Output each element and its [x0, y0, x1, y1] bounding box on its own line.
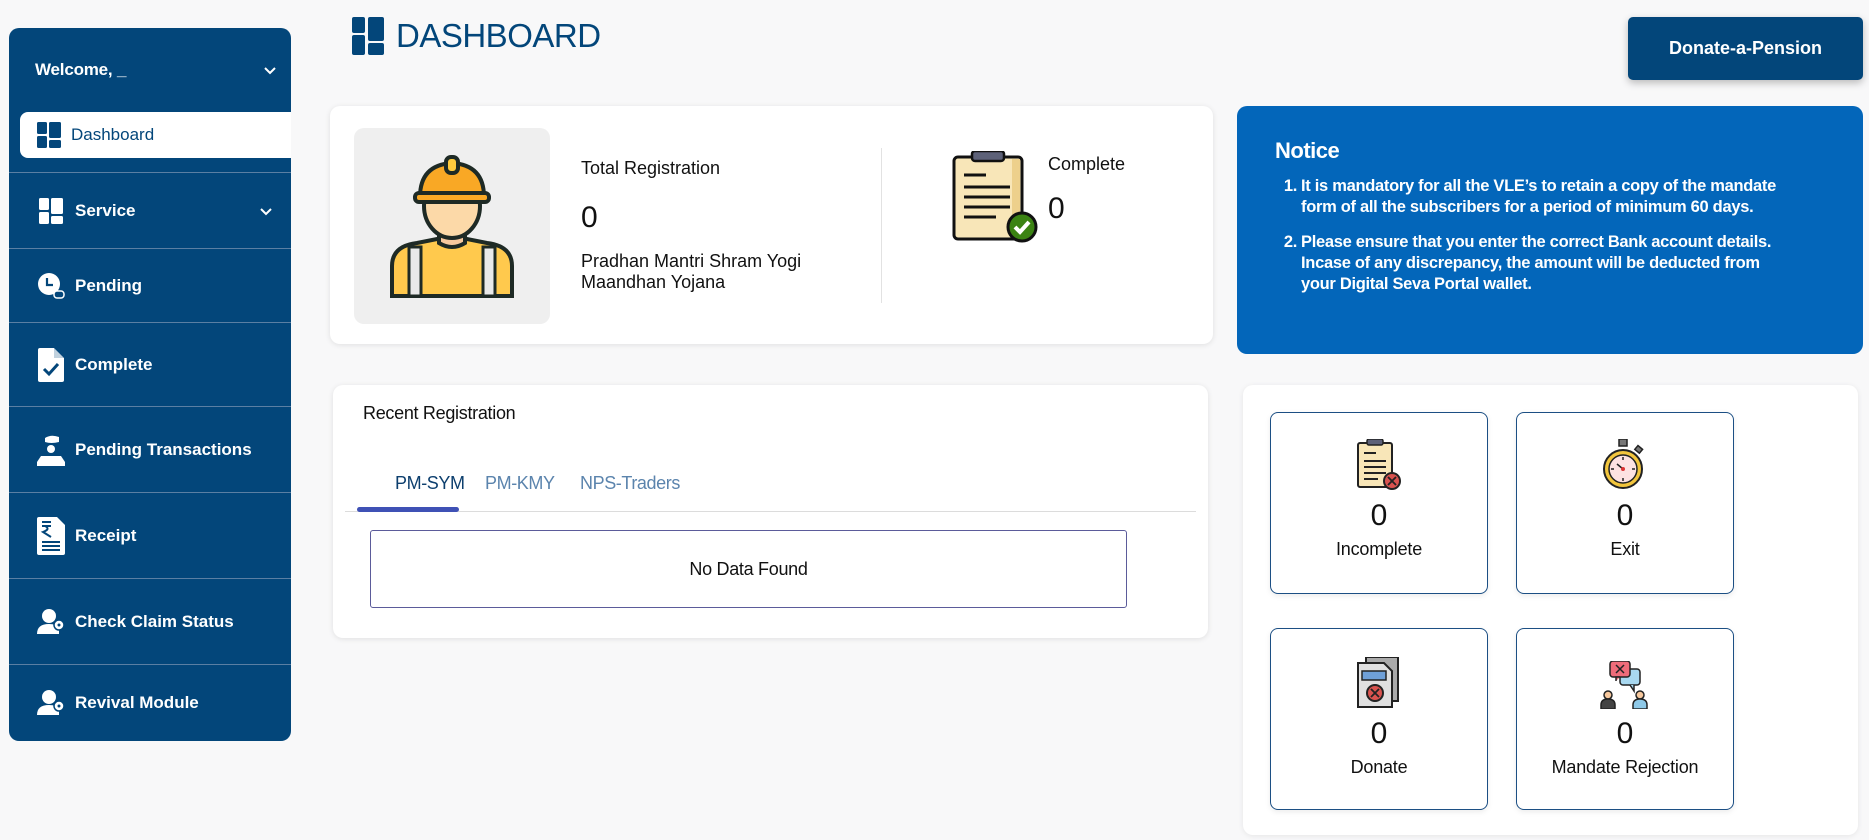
sidebar-item-label: Revival Module — [75, 693, 199, 712]
total-registration-value: 0 — [581, 201, 598, 234]
sidebar-item-dashboard[interactable]: Dashboard — [20, 112, 291, 158]
sidebar-item-revival-module[interactable]: Revival Module — [9, 664, 291, 740]
page-title: DASHBOARD — [352, 17, 601, 55]
page-title-text: DASHBOARD — [396, 17, 601, 54]
sidebar-item-check-claim-status[interactable]: Check Claim Status — [9, 578, 291, 664]
complete-label: Complete — [1048, 154, 1126, 174]
stat-label: Incomplete — [1335, 539, 1423, 559]
scheme-name: Pradhan Mantri Shram Yogi Maandhan Yojan… — [581, 251, 802, 292]
welcome-dropdown[interactable]: Welcome, _ — [9, 28, 291, 112]
empty-state: No Data Found — [370, 530, 1127, 608]
stat-value: 0 — [1616, 499, 1634, 532]
rupee-receipt-icon — [37, 516, 65, 555]
hand-coin-icon — [37, 435, 65, 466]
stat-value: 0 — [1616, 717, 1634, 750]
stat-card-mandate-rejection[interactable]: 0 Mandate Rejection — [1516, 628, 1734, 810]
dashboard-icon — [352, 17, 384, 55]
tab-nps-traders[interactable]: NPS-Traders — [580, 473, 680, 494]
stat-value: 0 — [1370, 717, 1388, 750]
document-check-icon — [37, 347, 65, 382]
notice-title: Notice — [1275, 138, 1340, 163]
sidebar-item-pending-transactions[interactable]: Pending Transactions — [9, 406, 291, 492]
document-x-icon — [1357, 657, 1399, 708]
sidebar-item-pending[interactable]: Pending — [9, 248, 291, 322]
sidebar-item-label: Pending — [75, 276, 143, 295]
sidebar-item-label: Service — [75, 201, 136, 220]
total-registration-label: Total Registration — [581, 158, 721, 178]
stat-card-exit[interactable]: 0 Exit — [1516, 412, 1734, 594]
notice-item: 2. Please ensure that you enter the corre… — [1283, 233, 1772, 293]
sidebar: Welcome, _ Dashboard Service Pending Com… — [9, 28, 291, 741]
sidebar-item-label: Check Claim Status — [75, 612, 234, 631]
complete-value: 0 — [1048, 192, 1065, 225]
stat-value: 0 — [1370, 499, 1388, 532]
chat-reject-icon — [1600, 661, 1648, 709]
welcome-text: Welcome, _ — [35, 60, 127, 79]
stat-label: Exit — [1610, 539, 1640, 559]
notice-panel: Notice 1. It is mandatory for all the VLE… — [1237, 106, 1863, 354]
tab-pm-sym[interactable]: PM-SYM — [395, 473, 465, 494]
user-key-icon — [37, 608, 65, 636]
sidebar-item-receipt[interactable]: Receipt — [9, 492, 291, 578]
worker-illustration — [354, 128, 550, 324]
notice-item: 1. It is mandatory for all the VLE’s to r… — [1283, 177, 1776, 216]
chevron-down-icon — [264, 67, 276, 75]
tab-pm-kmy[interactable]: PM-KMY — [485, 473, 555, 494]
stats-panel: 0 Incomplete 0 Exit 0 Donate 0 Mandate R… — [1243, 385, 1858, 835]
grid-icon — [37, 197, 65, 225]
stat-card-incomplete[interactable]: 0 Incomplete — [1270, 412, 1488, 594]
clipboard-x-icon — [1357, 439, 1401, 490]
sidebar-item-complete[interactable]: Complete — [9, 322, 291, 406]
clock-icon — [37, 272, 65, 300]
notice-list: 1. It is mandatory for all the VLE’s to r… — [1275, 176, 1863, 295]
divider — [881, 148, 882, 303]
sidebar-item-label: Dashboard — [71, 125, 155, 144]
recent-registration-title: Recent Registration — [363, 403, 516, 423]
registration-tabs: PM-SYM PM-KMY NPS-Traders — [345, 467, 1196, 512]
donate-a-pension-button[interactable]: Donate-a-Pension — [1628, 17, 1863, 80]
stat-label: Mandate Rejection — [1551, 757, 1699, 777]
stopwatch-icon — [1603, 439, 1644, 489]
stat-card-donate[interactable]: 0 Donate — [1270, 628, 1488, 810]
active-tab-indicator — [357, 507, 459, 512]
dashboard-icon — [37, 122, 61, 148]
clipboard-check-icon — [952, 151, 1038, 243]
sidebar-item-label: Receipt — [75, 526, 137, 545]
stat-label: Donate — [1350, 757, 1408, 777]
user-key-icon — [37, 689, 65, 717]
sidebar-item-service[interactable]: Service — [9, 172, 291, 248]
registration-summary-card: Total Registration 0 Pradhan Mantri Shra… — [330, 106, 1213, 344]
chevron-down-icon — [260, 207, 272, 215]
sidebar-item-label: Complete — [75, 355, 153, 374]
recent-registration-card: Recent Registration PM-SYM PM-KMY NPS-Tr… — [333, 385, 1208, 638]
sidebar-item-label: Pending Transactions — [75, 440, 252, 459]
worker-icon — [390, 155, 514, 298]
